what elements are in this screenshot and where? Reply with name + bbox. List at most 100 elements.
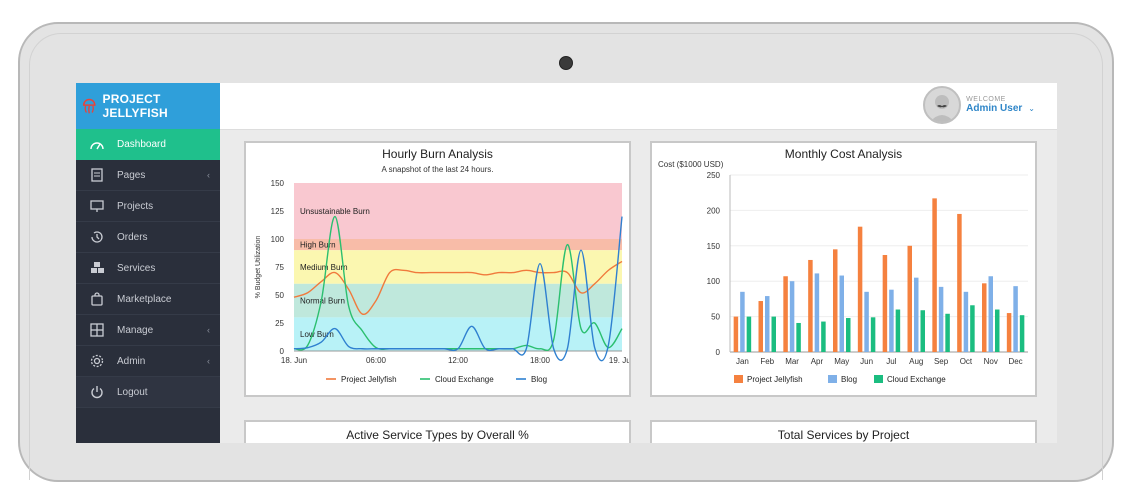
- y-tick-label: 50: [275, 291, 284, 300]
- hourly-burn-panel: Hourly Burn Analysis A snapshot of the l…: [244, 141, 631, 397]
- sidebar: PROJECT JELLYFISH Dashboard Pages ‹ Project…: [76, 83, 220, 443]
- bar-blog: [765, 296, 770, 352]
- y-tick-label: 50: [711, 313, 720, 322]
- sidebar-item-projects[interactable]: Projects: [76, 191, 220, 222]
- total-services-title: Total Services by Project: [777, 428, 910, 442]
- bar-project-jellyfish: [758, 301, 763, 352]
- x-tick-label: 18:00: [530, 356, 551, 365]
- bar-blog: [914, 277, 919, 352]
- x-tick-label: Sep: [934, 357, 949, 366]
- y-tick-label: 25: [275, 319, 284, 328]
- x-tick-label: Feb: [760, 357, 774, 366]
- bar-project-jellyfish: [857, 226, 863, 352]
- bar-project-jellyfish: [932, 198, 937, 352]
- bar-blog: [740, 291, 745, 352]
- sidebar-item-label: Manage: [117, 324, 154, 336]
- brand[interactable]: PROJECT JELLYFISH: [76, 83, 220, 129]
- sidebar-item-manage[interactable]: Manage ‹: [76, 315, 220, 346]
- sidebar-item-label: Projects: [117, 200, 154, 212]
- active-service-types-panel: Active Service Types by Overall %: [244, 420, 631, 443]
- total-services-panel: Total Services by Project: [650, 420, 1037, 443]
- y-tick-label: 0: [280, 347, 285, 356]
- x-tick-label: 18. Jun: [281, 356, 307, 365]
- sidebar-item-label: Marketplace: [117, 293, 172, 305]
- bar-project-jellyfish: [882, 255, 888, 352]
- brand-name: PROJECT JELLYFISH: [102, 92, 168, 120]
- bar-blog: [889, 289, 894, 352]
- legend-label: Cloud Exchange: [435, 375, 494, 384]
- sidebar-item-admin[interactable]: Admin ‹: [76, 346, 220, 377]
- x-tick-label: Jan: [736, 357, 749, 366]
- shopping-bag-icon: [89, 291, 105, 307]
- bar-project-jellyfish: [733, 316, 739, 352]
- x-tick-label: Oct: [960, 357, 973, 366]
- presentation-icon: [89, 198, 105, 214]
- bar-project-jellyfish: [957, 213, 962, 352]
- x-tick-label: Apr: [811, 357, 824, 366]
- speedometer-icon: [89, 137, 105, 153]
- y-tick-label: 200: [707, 206, 721, 215]
- burn-band: [294, 239, 622, 251]
- y-tick-label: 250: [707, 171, 721, 180]
- sidebar-item-services[interactable]: Services: [76, 253, 220, 284]
- sidebar-item-label: Admin: [117, 355, 146, 367]
- user-menu[interactable]: WELCOME Admin User ⌄: [923, 86, 1035, 124]
- sidebar-item-dashboard[interactable]: Dashboard: [76, 129, 220, 160]
- y-tick-label: 150: [707, 242, 721, 251]
- y-tick-label: 125: [271, 207, 285, 216]
- sidebar-menu: Dashboard Pages ‹ Projects Orders Services Mar…: [76, 129, 220, 408]
- bar-project-jellyfish: [833, 249, 838, 352]
- bar-blog: [814, 273, 820, 352]
- x-tick-label: Nov: [984, 357, 998, 366]
- bar-blog: [938, 286, 944, 352]
- x-tick-label: May: [834, 357, 849, 366]
- gear-icon: [89, 353, 105, 369]
- sidebar-item-label: Orders: [117, 231, 148, 243]
- x-tick-label: 12:00: [448, 356, 469, 365]
- sidebar-item-logout[interactable]: Logout: [76, 377, 220, 408]
- bar-blog: [1013, 286, 1018, 352]
- bar-cloud-exchange: [796, 322, 801, 352]
- bar-blog: [864, 291, 869, 352]
- x-tick-label: 06:00: [366, 356, 387, 365]
- burn-chart: Unsustainable BurnHigh BurnMedium BurnNo…: [255, 179, 629, 384]
- legend-label: Project Jellyfish: [341, 375, 397, 384]
- y-tick-label: 0: [716, 348, 721, 357]
- webcam: [559, 56, 573, 70]
- chevron-down-icon[interactable]: ⌄: [1028, 104, 1035, 113]
- bar-project-jellyfish: [783, 276, 788, 352]
- bar-cloud-exchange: [1019, 315, 1025, 352]
- bar-cloud-exchange: [771, 316, 776, 352]
- sidebar-item-label: Pages: [117, 169, 146, 181]
- y-tick-label: 150: [271, 179, 285, 188]
- cost-chart: Cost ($1000 USD) 0 50 100 150 200 250 Jan Feb Mar…: [658, 160, 1028, 384]
- active-service-types-title: Active Service Types by Overall %: [346, 428, 529, 442]
- x-tick-label: Mar: [785, 357, 799, 366]
- legend-label: Blog: [531, 375, 547, 384]
- chevron-left-icon: ‹: [207, 325, 210, 335]
- sidebar-item-pages[interactable]: Pages ‹: [76, 160, 220, 191]
- user-name[interactable]: Admin User: [966, 103, 1022, 114]
- avatar[interactable]: [923, 86, 962, 124]
- sidebar-item-label: Dashboard: [117, 139, 166, 150]
- chevron-left-icon: ‹: [207, 356, 210, 366]
- chevron-left-icon: ‹: [207, 170, 210, 180]
- legend-swatch: [874, 375, 883, 383]
- legend-label: Cloud Exchange: [887, 375, 946, 384]
- x-tick-label: Jun: [860, 357, 873, 366]
- bar-cloud-exchange: [945, 313, 950, 352]
- boxes-icon: [89, 260, 105, 276]
- burn-band: [294, 317, 622, 351]
- sidebar-item-marketplace[interactable]: Marketplace: [76, 284, 220, 315]
- bar-project-jellyfish: [808, 259, 813, 352]
- bar-cloud-exchange: [870, 317, 876, 352]
- sidebar-item-orders[interactable]: Orders: [76, 222, 220, 253]
- document-icon: [89, 167, 105, 183]
- bar-project-jellyfish: [1006, 313, 1012, 352]
- y-axis-label: Cost ($1000 USD): [658, 160, 724, 169]
- y-tick-label: 75: [275, 263, 284, 272]
- top-bar: WELCOME Admin User ⌄: [220, 83, 1057, 130]
- bar-blog: [963, 291, 969, 352]
- x-tick-label: Jul: [886, 357, 896, 366]
- bar-project-jellyfish: [982, 283, 987, 352]
